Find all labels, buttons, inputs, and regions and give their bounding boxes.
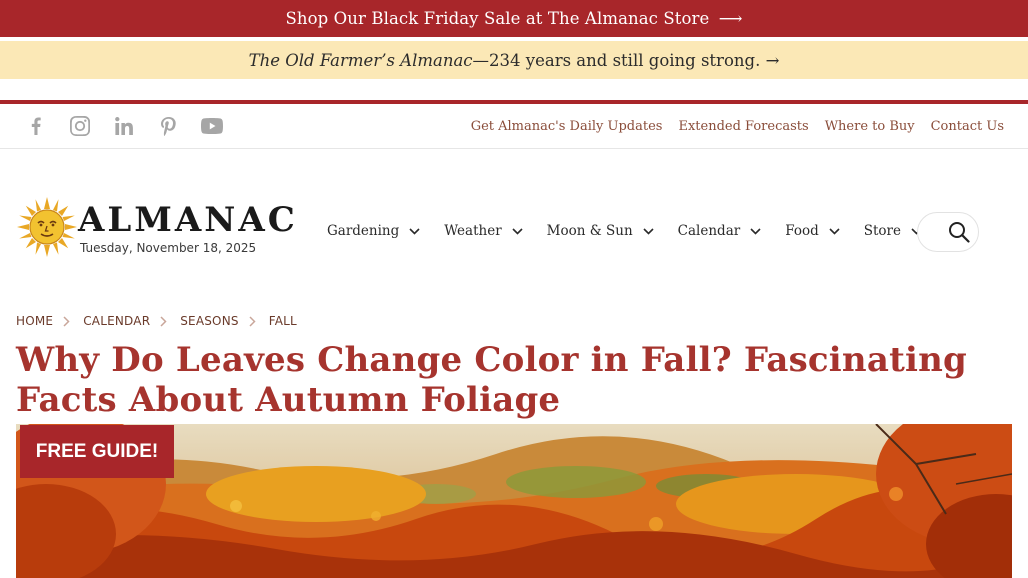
where-to-buy-link[interactable]: Where to Buy xyxy=(825,119,915,134)
breadcrumb-seasons[interactable]: SEASONS xyxy=(180,314,238,328)
tagline-link[interactable]: The Old Farmer’s Almanac—234 years and s… xyxy=(249,51,780,70)
article-title: Why Do Leaves Change Color in Fall? Fasc… xyxy=(16,340,967,420)
tagline-text: —234 years and still going strong. xyxy=(472,50,761,70)
chevron-down-icon xyxy=(643,226,654,237)
linkedin-icon[interactable] xyxy=(112,114,136,138)
nav-item-store[interactable]: Store xyxy=(864,223,922,239)
free-guide-button[interactable]: FREE GUIDE! xyxy=(20,425,174,478)
nav-label: Weather xyxy=(444,223,502,239)
promo-link[interactable]: Shop Our Black Friday Sale at The Almana… xyxy=(285,9,742,28)
breadcrumb: HOME CALENDAR SEASONS FALL xyxy=(16,312,297,330)
breadcrumb-calendar[interactable]: CALENDAR xyxy=(83,314,150,328)
promo-text: Shop Our Black Friday Sale at The Almana… xyxy=(285,9,710,28)
sun-logo-icon xyxy=(17,197,77,257)
pinterest-icon[interactable] xyxy=(156,114,180,138)
chevron-down-icon xyxy=(750,226,761,237)
chevron-right-icon xyxy=(160,315,170,327)
logo-wordmark: ALMANAC xyxy=(78,200,298,240)
breadcrumb-home[interactable]: HOME xyxy=(16,314,53,328)
social-links xyxy=(24,104,224,148)
site-logo[interactable]: ALMANAC Tuesday, November 18, 2025 xyxy=(16,196,295,262)
breadcrumb-fall[interactable]: FALL xyxy=(269,314,297,328)
arrow-right-icon: ⟶ xyxy=(718,9,743,28)
daily-updates-link[interactable]: Get Almanac's Daily Updates xyxy=(471,119,663,134)
chevron-down-icon xyxy=(409,226,420,237)
facebook-icon[interactable] xyxy=(24,114,48,138)
utility-links: Get Almanac's Daily Updates Extended For… xyxy=(471,104,1004,148)
search-icon xyxy=(949,222,970,243)
nav-item-moon-sun[interactable]: Moon & Sun xyxy=(547,223,654,239)
tagline-banner: The Old Farmer’s Almanac—234 years and s… xyxy=(0,41,1028,79)
youtube-icon[interactable] xyxy=(200,114,224,138)
utility-bar: Get Almanac's Daily Updates Extended For… xyxy=(0,104,1028,149)
nav-label: Gardening xyxy=(327,223,400,239)
nav-label: Store xyxy=(863,223,901,239)
chevron-down-icon xyxy=(829,226,840,237)
chevron-right-icon xyxy=(63,315,73,327)
chevron-right-icon xyxy=(249,315,259,327)
instagram-icon[interactable] xyxy=(68,114,92,138)
nav-item-food[interactable]: Food xyxy=(785,223,840,239)
extended-forecasts-link[interactable]: Extended Forecasts xyxy=(678,119,808,134)
nav-label: Moon & Sun xyxy=(546,223,633,239)
tagline-title: The Old Farmer’s Almanac xyxy=(248,50,473,70)
chevron-down-icon xyxy=(512,226,523,237)
current-date: Tuesday, November 18, 2025 xyxy=(80,241,257,255)
main-nav: Gardening Weather Moon & Sun Calendar Fo… xyxy=(327,212,922,250)
promo-banner: Shop Our Black Friday Sale at The Almana… xyxy=(0,0,1028,37)
nav-item-calendar[interactable]: Calendar xyxy=(678,223,762,239)
search-button[interactable] xyxy=(917,212,979,252)
nav-item-weather[interactable]: Weather xyxy=(444,223,523,239)
nav-label: Calendar xyxy=(677,223,741,239)
nav-label: Food xyxy=(785,223,819,239)
arrow-right-icon: → xyxy=(765,50,780,70)
nav-item-gardening[interactable]: Gardening xyxy=(327,223,420,239)
contact-us-link[interactable]: Contact Us xyxy=(931,119,1004,134)
